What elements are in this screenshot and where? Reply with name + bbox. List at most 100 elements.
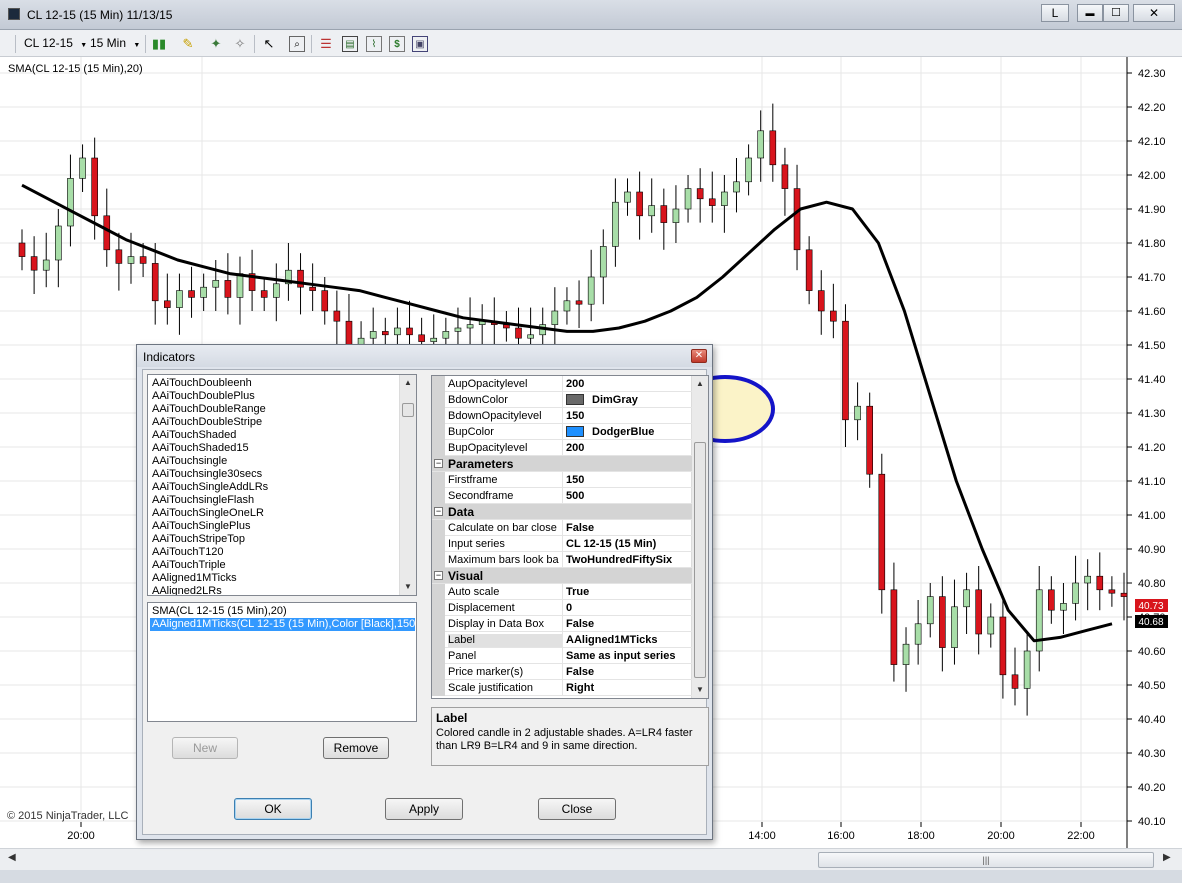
applied-indicator-item[interactable]: AAligned1MTicks(CL 12-15 (15 Min),Color …	[150, 618, 416, 631]
property-row[interactable]: AupOpacitylevel 200	[432, 376, 692, 392]
property-value[interactable]: True	[562, 584, 692, 600]
scroll-right-icon[interactable]: ▶	[1163, 852, 1171, 863]
property-row[interactable]: Panel Same as input series	[432, 648, 692, 664]
property-scrollbar[interactable]: ▲ ▼	[691, 376, 708, 698]
property-value[interactable]: CL 12-15 (15 Min)	[562, 536, 692, 552]
property-row[interactable]: Auto scale True	[432, 584, 692, 600]
property-row[interactable]: BdownOpacitylevel 150	[432, 408, 692, 424]
list-scrollbar[interactable]: ▲ ▼	[399, 375, 416, 595]
property-value[interactable]: False	[562, 616, 692, 632]
scroll-up-icon[interactable]: ▲	[404, 378, 412, 387]
property-row[interactable]: Calculate on bar close False	[432, 520, 692, 536]
indicator-list-item[interactable]: AAiTouchsingleFlash	[152, 494, 254, 507]
scroll-up-icon[interactable]: ▲	[696, 379, 704, 388]
collapse-icon[interactable]: −	[434, 571, 443, 580]
indicator-list-item[interactable]: AAiTouchDoubleRange	[152, 403, 266, 416]
indicator-list-item[interactable]: AAiTouchDoublePlus	[152, 390, 255, 403]
property-row[interactable]: Display in Data Box False	[432, 616, 692, 632]
property-value[interactable]: 500	[562, 488, 692, 504]
property-row[interactable]: BupOpacitylevel 200	[432, 440, 692, 456]
indicator-list-item[interactable]: AAiTouchTriple	[152, 559, 226, 572]
indicator-list-item[interactable]: AAiTouchT120	[152, 546, 224, 559]
property-row[interactable]: Secondframe 500	[432, 488, 692, 504]
indicator-list-item[interactable]: AAiTouchSinglePlus	[152, 520, 250, 533]
minimize-button[interactable]: ▬	[1077, 4, 1103, 22]
property-value[interactable]: 150	[562, 472, 692, 488]
property-row[interactable]: Price marker(s) False	[432, 664, 692, 680]
property-scroll-thumb[interactable]	[694, 442, 706, 678]
applied-indicator-item[interactable]: SMA(CL 12-15 (15 Min),20)	[150, 605, 415, 618]
property-row[interactable]: BdownColor DimGray	[432, 392, 692, 408]
property-value[interactable]: False	[562, 664, 692, 680]
interval-selector[interactable]: 15 Min ▼	[90, 36, 140, 50]
property-value[interactable]: 0	[562, 600, 692, 616]
horizontal-scrollbar[interactable]: ◀ ||| ▶	[0, 848, 1182, 870]
property-row[interactable]: BupColor DodgerBlue	[432, 424, 692, 440]
property-value[interactable]: TwoHundredFiftySix	[562, 552, 692, 568]
property-row[interactable]: Firstframe 150	[432, 472, 692, 488]
property-value[interactable]: 200	[562, 376, 692, 392]
indicators-icon[interactable]: ▤	[342, 36, 358, 52]
drawing-pencil-icon[interactable]: ✎	[180, 36, 196, 52]
bar-style-icon[interactable]: ▮▮	[151, 36, 167, 52]
property-category[interactable]: − Data	[432, 504, 692, 520]
indicator-list-item[interactable]: AAiTouchSingleAddLRs	[152, 481, 268, 494]
dollar-icon[interactable]: $	[389, 36, 405, 52]
zoom-icon[interactable]: ⌕	[289, 36, 305, 52]
available-indicators-list[interactable]: ▲ ▼ AAiTouchDoubleenh AAiTouchDoublePlus A…	[147, 374, 417, 596]
indicator-list-item[interactable]: AAiTouchSingleOneLR	[152, 507, 264, 520]
property-category[interactable]: − Parameters	[432, 456, 692, 472]
applied-indicators-list[interactable]: SMA(CL 12-15 (15 Min),20) AAligned1MTicks…	[147, 602, 417, 722]
properties-icon[interactable]: ☰	[318, 36, 334, 52]
indicator-list-item[interactable]: AAiTouchsingle	[152, 455, 227, 468]
list-scroll-thumb[interactable]	[402, 403, 414, 417]
remove-button[interactable]: Remove	[323, 737, 389, 759]
indicator-list-item[interactable]: AAiTouchDoubleenh	[152, 377, 252, 390]
property-value[interactable]: Same as input series	[562, 648, 692, 664]
property-row[interactable]: Label AAligned1MTicks	[432, 632, 692, 648]
indicator-list-item[interactable]: AAiTouchDoubleStripe	[152, 416, 262, 429]
dialog-close-icon[interactable]: ✕	[691, 349, 707, 363]
cursor-icon[interactable]: ↖	[261, 36, 277, 52]
indicator-list-item[interactable]: AAligned1MTicks	[152, 572, 237, 585]
row-gutter	[432, 472, 445, 488]
indicator-list-item[interactable]: AAiTouchStripeTop	[152, 533, 245, 546]
property-row[interactable]: Maximum bars look ba TwoHundredFiftySix	[432, 552, 692, 568]
property-category[interactable]: − Visual	[432, 568, 692, 584]
scroll-down-icon[interactable]: ▼	[696, 685, 704, 694]
hide-icon[interactable]: ✧	[232, 36, 248, 52]
maximize-button[interactable]: ☐	[1103, 4, 1129, 22]
candle-body	[127, 256, 135, 264]
indicator-list-item[interactable]: AAiTouchsingle30secs	[152, 468, 262, 481]
new-button[interactable]: New	[172, 737, 238, 759]
indicator-list-item[interactable]: AAiTouchShaded15	[152, 442, 249, 455]
ok-button[interactable]: OK	[234, 798, 312, 820]
indicator-list-item[interactable]: AAiTouchShaded	[152, 429, 236, 442]
close-window-button[interactable]: ✕	[1133, 4, 1175, 22]
scroll-down-icon[interactable]: ▼	[404, 582, 412, 591]
close-button[interactable]: Close	[538, 798, 616, 820]
scroll-left-icon[interactable]: ◀	[8, 852, 16, 863]
collapse-icon[interactable]: −	[434, 459, 443, 468]
candle-body	[515, 327, 522, 339]
property-value[interactable]: Right	[562, 680, 692, 696]
apply-button[interactable]: Apply	[385, 798, 463, 820]
property-value[interactable]: DimGray	[562, 392, 692, 408]
scroll-thumb[interactable]: |||	[818, 852, 1154, 868]
property-row[interactable]: Displacement 0	[432, 600, 692, 616]
property-grid[interactable]: ▲ ▼ AupOpacitylevel 200 BdownColor DimGray B…	[431, 375, 709, 699]
indicator-list-item[interactable]: AAligned2LRs	[152, 585, 222, 595]
pin-icon[interactable]: ✦	[208, 36, 224, 52]
property-row[interactable]: Scale justification Right	[432, 680, 692, 696]
property-value[interactable]: False	[562, 520, 692, 536]
property-value[interactable]: DodgerBlue	[562, 424, 692, 440]
collapse-icon[interactable]: −	[434, 507, 443, 516]
instrument-selector[interactable]: CL 12-15 ▼	[24, 36, 87, 50]
strategies-icon[interactable]: ⌇	[366, 36, 382, 52]
link-badge-button[interactable]: L	[1041, 4, 1069, 22]
property-value[interactable]: 150	[562, 408, 692, 424]
property-value[interactable]: 200	[562, 440, 692, 456]
property-value[interactable]: AAligned1MTicks	[562, 632, 692, 648]
property-row[interactable]: Input series CL 12-15 (15 Min)	[432, 536, 692, 552]
data-box-icon[interactable]: ▣	[412, 36, 428, 52]
